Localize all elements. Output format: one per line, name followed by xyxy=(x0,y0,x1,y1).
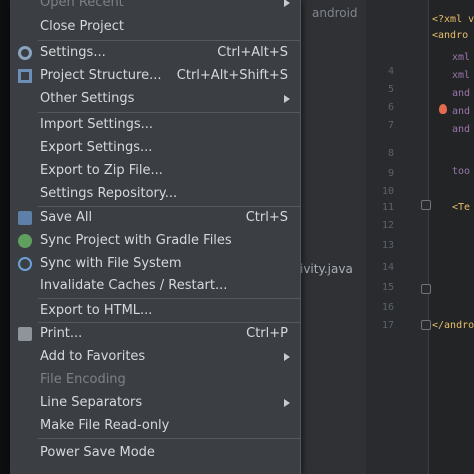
code-line: xml xyxy=(452,52,471,63)
line-number: 17 xyxy=(381,320,394,331)
menu-item-label: Make File Read-only xyxy=(40,418,170,433)
menu-item-shortcut: Ctrl+Alt+Shift+S xyxy=(176,68,288,83)
line-number: 13 xyxy=(381,240,394,251)
menu-item-shortcut: Ctrl+S xyxy=(245,210,288,225)
menu-item-import-settings[interactable]: Import Settings... xyxy=(10,114,300,136)
save-icon xyxy=(18,211,32,225)
line-number: 11 xyxy=(381,202,394,213)
menu-item-label: Sync with File System xyxy=(40,256,182,271)
menu-item-shortcut: Ctrl+Alt+S xyxy=(217,45,288,60)
fold-marker-icon[interactable] xyxy=(421,320,431,330)
project-structure-icon xyxy=(18,69,32,83)
menu-item-file-encoding[interactable]: File Encoding xyxy=(10,369,300,391)
fold-marker-icon[interactable] xyxy=(421,284,431,294)
code-line: and xyxy=(452,88,471,99)
menu-item-label: Settings... xyxy=(40,45,106,60)
menu-item-shortcut: Ctrl+P xyxy=(246,326,288,341)
menu-item-project-structure[interactable]: Project Structure... Ctrl+Alt+Shift+S xyxy=(10,65,300,87)
submenu-arrow-icon xyxy=(284,0,290,7)
menu-item-line-separators[interactable]: Line Separators xyxy=(10,392,300,414)
submenu-arrow-icon xyxy=(284,399,290,407)
code-line: </andro xyxy=(432,320,474,331)
menu-divider xyxy=(38,438,300,439)
menu-item-export-html[interactable]: Export to HTML... xyxy=(10,300,300,322)
print-icon xyxy=(18,327,32,341)
code-line: <?xml v xyxy=(432,14,474,25)
menu-divider xyxy=(38,40,300,41)
line-number: 8 xyxy=(387,148,394,159)
code-line: <andro xyxy=(432,30,469,41)
lightbulb-icon[interactable] xyxy=(439,104,447,114)
menu-item-label: Line Separators xyxy=(40,395,143,410)
line-number: 7 xyxy=(387,120,394,131)
menu-item-label: Save All xyxy=(40,210,93,225)
menu-item-label: Settings Repository... xyxy=(40,186,178,201)
submenu-arrow-icon xyxy=(284,95,290,103)
menu-item-label: Sync Project with Gradle Files xyxy=(40,233,232,248)
menu-item-label: Other Settings xyxy=(40,91,135,106)
menu-divider xyxy=(38,298,300,299)
menu-item-label: Invalidate Caches / Restart... xyxy=(40,278,228,293)
menu-item-label: Import Settings... xyxy=(40,117,153,132)
line-number: 16 xyxy=(381,302,394,313)
menu-item-label: Project Structure... xyxy=(40,68,162,83)
menu-item-export-settings[interactable]: Export Settings... xyxy=(10,137,300,159)
code-line: and xyxy=(452,106,471,117)
menu-item-label: Add to Favorites xyxy=(40,349,146,364)
gutter-divider xyxy=(428,0,429,474)
menu-item-label: Export to HTML... xyxy=(40,303,153,318)
menu-item-add-to-favorites[interactable]: Add to Favorites xyxy=(10,346,300,368)
menu-item-label: File Encoding xyxy=(40,372,126,387)
line-number: 10 xyxy=(381,186,394,197)
code-line: and xyxy=(452,124,471,135)
line-number: 9 xyxy=(387,168,394,179)
menu-item-print[interactable]: Print... Ctrl+P xyxy=(10,323,300,345)
code-line: too xyxy=(452,166,471,177)
menu-item-export-zip[interactable]: Export to Zip File... xyxy=(10,160,300,182)
line-number: 6 xyxy=(387,102,394,113)
gradle-sync-icon xyxy=(18,234,32,248)
menu-item-invalidate-caches[interactable]: Invalidate Caches / Restart... xyxy=(10,275,300,297)
menu-item-label: Close Project xyxy=(40,19,125,34)
line-number: 12 xyxy=(381,220,394,231)
sync-icon xyxy=(18,257,32,271)
line-number: 14 xyxy=(381,262,394,273)
line-number: 5 xyxy=(387,84,394,95)
menu-divider xyxy=(38,112,300,113)
project-panel xyxy=(296,0,366,474)
line-number: 15 xyxy=(381,282,394,293)
menu-item-sync-gradle[interactable]: Sync Project with Gradle Files xyxy=(10,230,300,252)
menu-item-label: Print... xyxy=(40,326,83,341)
menu-item-close-project[interactable]: Close Project xyxy=(10,16,300,38)
menu-item-make-read-only[interactable]: Make File Read-only xyxy=(10,415,300,437)
menu-item-sync-file-system[interactable]: Sync with File System xyxy=(10,253,300,275)
project-file-item[interactable]: ivity.java xyxy=(300,262,353,276)
line-number: 4 xyxy=(387,66,394,77)
fold-marker-icon[interactable] xyxy=(421,200,431,210)
menu-item-label: Open Recent xyxy=(40,0,124,10)
code-line: xml xyxy=(452,70,471,81)
menu-item-open-recent[interactable]: Open Recent xyxy=(10,0,300,14)
menu-item-label: Export Settings... xyxy=(40,140,153,155)
code-line: <Te xyxy=(452,202,471,213)
gear-icon xyxy=(18,46,32,60)
menu-item-label: Power Save Mode xyxy=(40,445,155,460)
menu-item-power-save-mode[interactable]: Power Save Mode xyxy=(10,442,300,464)
menu-item-other-settings[interactable]: Other Settings xyxy=(10,88,300,110)
file-menu: Open Recent Close Project Settings... Ct… xyxy=(10,0,301,474)
menu-item-settings[interactable]: Settings... Ctrl+Alt+S xyxy=(10,42,300,64)
menu-item-label: Export to Zip File... xyxy=(40,163,163,178)
breadcrumb-text: android xyxy=(312,6,358,20)
menu-item-save-all[interactable]: Save All Ctrl+S xyxy=(10,207,300,229)
submenu-arrow-icon xyxy=(284,353,290,361)
menu-item-settings-repository[interactable]: Settings Repository... xyxy=(10,183,300,205)
editor-gutter xyxy=(366,0,428,474)
